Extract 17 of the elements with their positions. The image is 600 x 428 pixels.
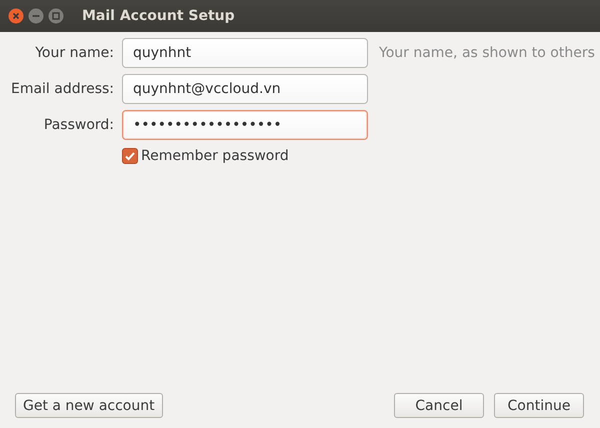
- push-button[interactable]: Get a new account: [15, 393, 163, 418]
- checkbox[interactable]: [122, 148, 138, 164]
- minimize-icon[interactable]: [28, 8, 44, 24]
- close-icon[interactable]: [8, 8, 24, 24]
- field-label: Password:: [42, 117, 114, 133]
- push-button[interactable]: Cancel: [394, 393, 484, 418]
- window-title: Mail Account Setup: [82, 8, 235, 24]
- input-field[interactable]: quynhnt: [122, 38, 368, 68]
- input-field[interactable]: quynhnt@vccloud.vn: [122, 74, 368, 104]
- maximize-icon[interactable]: [48, 8, 64, 24]
- push-button[interactable]: Continue: [494, 393, 584, 418]
- input-field[interactable]: ••••••••••••••••••: [122, 110, 368, 140]
- check-icon: [124, 150, 136, 162]
- checkbox-label[interactable]: Remember password: [141, 148, 289, 164]
- field-label: Your name:: [34, 45, 114, 61]
- field-hint: Your name, as shown to others: [379, 45, 596, 61]
- field-label: Email address:: [10, 81, 114, 97]
